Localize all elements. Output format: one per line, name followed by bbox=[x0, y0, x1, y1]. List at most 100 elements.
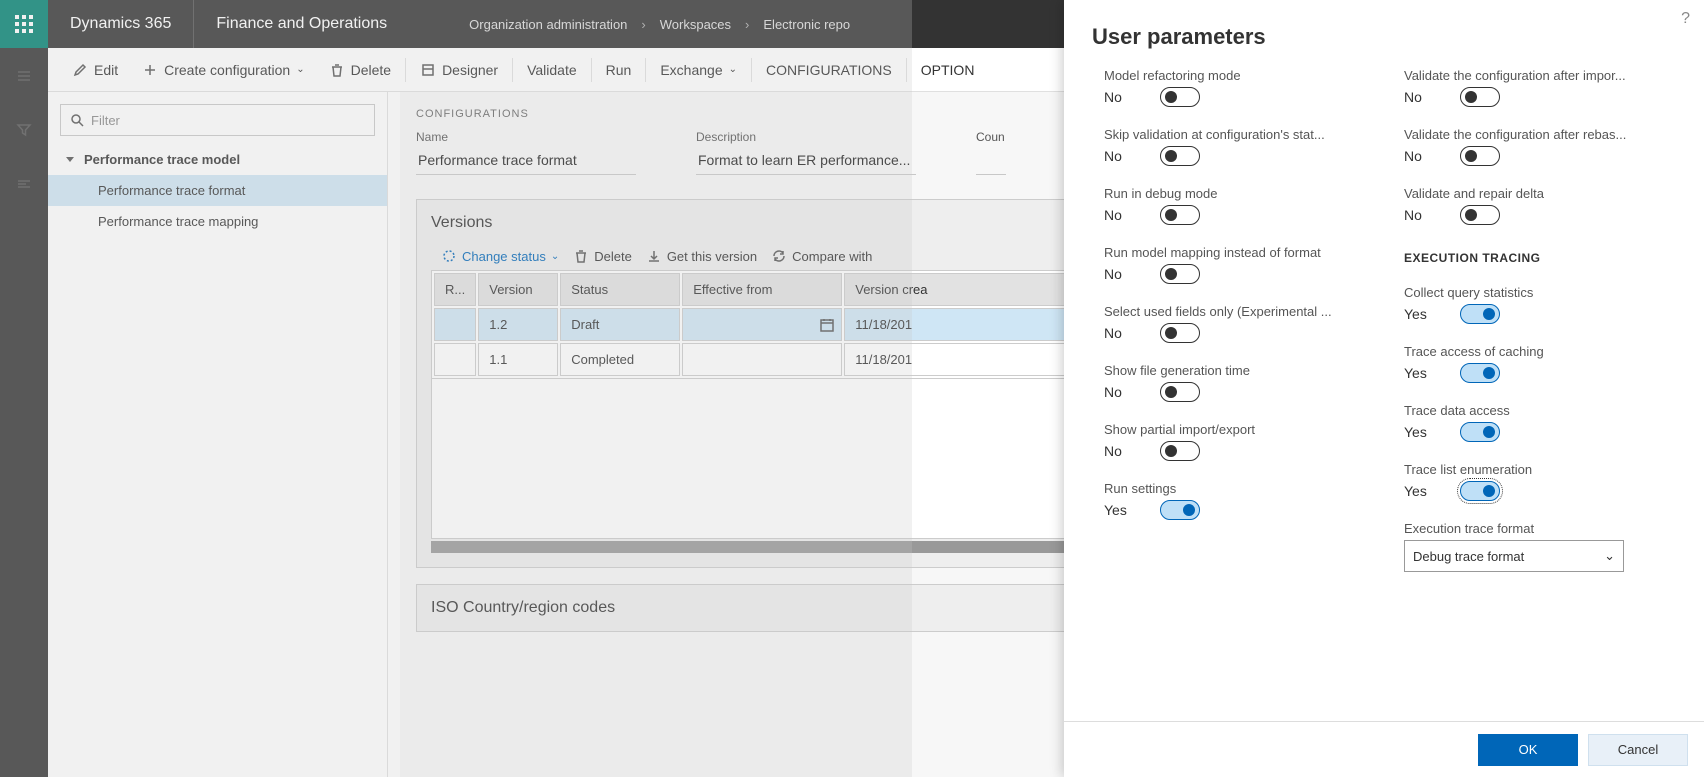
hamburger-icon bbox=[16, 68, 32, 84]
tree-root-label: Performance trace model bbox=[84, 152, 240, 167]
help-button[interactable]: ? bbox=[1681, 10, 1690, 28]
execution-trace-format-select[interactable]: Debug trace format ⌄ bbox=[1404, 540, 1624, 572]
toggle-switch[interactable] bbox=[1160, 441, 1200, 461]
col-version[interactable]: Version bbox=[478, 273, 558, 306]
left-navigation-rail bbox=[0, 48, 48, 777]
search-icon bbox=[69, 112, 85, 128]
field-label: Collect query statistics bbox=[1404, 285, 1664, 300]
field-value: No bbox=[1104, 325, 1132, 341]
resize-handle-icon[interactable]: ⋮ bbox=[400, 435, 403, 449]
toggle-knob bbox=[1165, 386, 1177, 398]
col-status[interactable]: Status bbox=[560, 273, 680, 306]
tracing-field: Trace list enumerationYes bbox=[1404, 462, 1684, 501]
toggle-knob bbox=[1465, 150, 1477, 162]
breadcrumb: Organization administration › Workspaces… bbox=[469, 17, 850, 32]
toggle-switch[interactable] bbox=[1160, 264, 1200, 284]
trash-icon bbox=[573, 248, 589, 264]
tree-item-trace-format[interactable]: Performance trace format bbox=[48, 175, 387, 206]
chevron-down-icon: ⌄ bbox=[296, 64, 304, 75]
field-value: No bbox=[1104, 148, 1132, 164]
field-value: Yes bbox=[1404, 483, 1432, 499]
tree-item-label: Performance trace mapping bbox=[98, 214, 258, 229]
toggle-switch[interactable] bbox=[1160, 382, 1200, 402]
ok-button[interactable]: OK bbox=[1478, 734, 1578, 766]
run-button[interactable]: Run bbox=[594, 48, 644, 92]
left-field: Model refactoring mode No bbox=[1104, 68, 1384, 107]
compare-button[interactable]: Compare with bbox=[771, 248, 872, 264]
toggle-switch[interactable] bbox=[1160, 146, 1200, 166]
field-label: Validate the configuration after rebas..… bbox=[1404, 127, 1664, 142]
delete-button[interactable]: Delete bbox=[317, 48, 403, 92]
create-configuration-button[interactable]: Create configuration ⌄ bbox=[130, 48, 316, 92]
field-value: No bbox=[1404, 148, 1432, 164]
toggle-switch[interactable] bbox=[1160, 323, 1200, 343]
chevron-down-icon: ⌄ bbox=[1604, 548, 1615, 564]
configurations-tab[interactable]: CONFIGURATIONS bbox=[754, 48, 904, 92]
country-label: Coun bbox=[976, 130, 1006, 144]
validate-label: Validate bbox=[527, 62, 577, 78]
waffle-icon bbox=[15, 15, 33, 33]
tree-root-item[interactable]: Performance trace model bbox=[48, 144, 387, 175]
toggle-switch[interactable] bbox=[1460, 363, 1500, 383]
breadcrumb-item[interactable]: Electronic repo bbox=[763, 17, 850, 32]
field-label: Trace data access bbox=[1404, 403, 1664, 418]
toggle-knob bbox=[1165, 91, 1177, 103]
toggle-knob bbox=[1483, 426, 1495, 438]
hamburger-menu-button[interactable] bbox=[0, 58, 48, 94]
toggle-knob bbox=[1483, 485, 1495, 497]
toggle-switch[interactable] bbox=[1460, 205, 1500, 225]
cancel-button[interactable]: Cancel bbox=[1588, 734, 1688, 766]
col-effective[interactable]: Effective from bbox=[682, 273, 842, 306]
country-value bbox=[976, 148, 1006, 175]
brand-label: Dynamics 365 bbox=[48, 15, 193, 33]
toggle-knob bbox=[1465, 91, 1477, 103]
toggle-switch[interactable] bbox=[1460, 481, 1500, 501]
field-value: No bbox=[1104, 443, 1132, 459]
left-field: Show file generation timeNo bbox=[1104, 363, 1384, 402]
user-parameters-panel: ? User parameters Model refactoring mode… bbox=[1064, 0, 1704, 777]
validate-button[interactable]: Validate bbox=[515, 48, 589, 92]
toggle-switch[interactable] bbox=[1460, 146, 1500, 166]
panel-footer: OK Cancel bbox=[1064, 721, 1704, 777]
field-label: Model refactoring mode bbox=[1104, 68, 1364, 83]
breadcrumb-item[interactable]: Organization administration bbox=[469, 17, 627, 32]
app-launcher-button[interactable] bbox=[0, 0, 48, 48]
chevron-down-icon: ⌄ bbox=[551, 251, 559, 262]
field-value: No bbox=[1104, 89, 1132, 105]
designer-button[interactable]: Designer bbox=[408, 48, 510, 92]
chevron-down-icon: ⌄ bbox=[729, 64, 737, 75]
left-field: Run model mapping instead of formatNo bbox=[1104, 245, 1384, 284]
toggle-switch[interactable] bbox=[1160, 87, 1200, 107]
field-label: Select used fields only (Experimental ..… bbox=[1104, 304, 1364, 319]
tree-item-trace-mapping[interactable]: Performance trace mapping bbox=[48, 206, 387, 237]
toggle-switch[interactable] bbox=[1160, 205, 1200, 225]
filter-input[interactable]: Filter bbox=[60, 104, 375, 136]
execution-tracing-group-header: EXECUTION TRACING bbox=[1404, 251, 1684, 265]
options-tab[interactable]: OPTION bbox=[909, 48, 987, 92]
exchange-button[interactable]: Exchange ⌄ bbox=[648, 48, 749, 92]
toggle-switch[interactable] bbox=[1460, 422, 1500, 442]
toggle-switch[interactable] bbox=[1160, 500, 1200, 520]
toggle-switch[interactable] bbox=[1460, 87, 1500, 107]
version-delete-button[interactable]: Delete bbox=[573, 248, 632, 264]
plus-icon bbox=[142, 62, 158, 78]
change-status-button[interactable]: Change status ⌄ bbox=[441, 248, 559, 264]
funnel-icon bbox=[16, 122, 32, 138]
calendar-icon[interactable] bbox=[819, 317, 835, 333]
breadcrumb-item[interactable]: Workspaces bbox=[660, 17, 731, 32]
sidebar-rail-button[interactable] bbox=[0, 166, 48, 202]
filter-rail-button[interactable] bbox=[0, 112, 48, 148]
field-value: No bbox=[1104, 266, 1132, 282]
edit-button[interactable]: Edit bbox=[60, 48, 130, 92]
col-r[interactable]: R... bbox=[434, 273, 476, 306]
field-value: Yes bbox=[1404, 365, 1432, 381]
toggle-knob bbox=[1483, 308, 1495, 320]
chevron-right-icon: › bbox=[641, 17, 645, 32]
left-field: Run in debug modeNo bbox=[1104, 186, 1384, 225]
select-value: Debug trace format bbox=[1413, 549, 1524, 564]
toggle-switch[interactable] bbox=[1460, 304, 1500, 324]
field-value: No bbox=[1104, 207, 1132, 223]
toggle-knob bbox=[1165, 327, 1177, 339]
get-version-button[interactable]: Get this version bbox=[646, 248, 757, 264]
execution-trace-format-field: Execution trace formatDebug trace format… bbox=[1404, 521, 1684, 572]
